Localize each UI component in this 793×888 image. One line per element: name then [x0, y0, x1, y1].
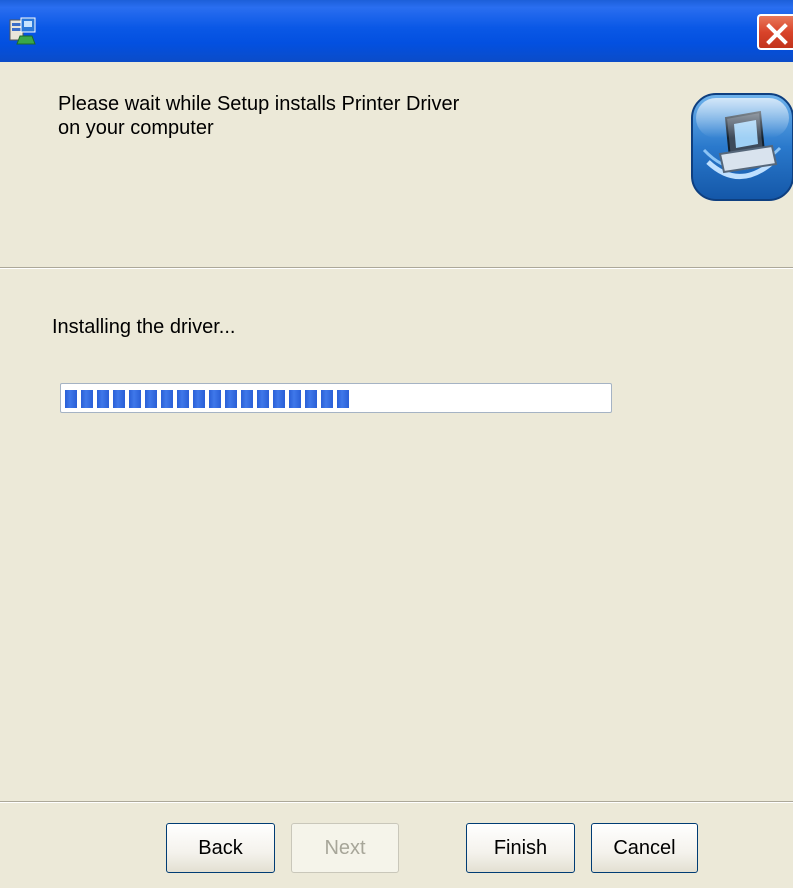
- header-message-line2: on your computer: [58, 117, 214, 139]
- next-button[interactable]: Next: [291, 823, 399, 873]
- footer-separator: [0, 801, 793, 803]
- title-bar[interactable]: [0, 0, 793, 62]
- close-icon: [766, 23, 788, 45]
- install-progress-bar: [60, 383, 612, 413]
- header-message-line1: Please wait while Setup installs Printer…: [58, 93, 460, 115]
- header-separator: [0, 267, 793, 269]
- setup-app-icon: [8, 16, 38, 46]
- header-message: Please wait while Setup installs Printer…: [58, 92, 578, 140]
- close-button[interactable]: [757, 14, 793, 50]
- printer-setup-icon: [690, 92, 793, 202]
- back-button[interactable]: Back: [166, 823, 275, 873]
- cancel-button[interactable]: Cancel: [591, 823, 698, 873]
- finish-button[interactable]: Finish: [466, 823, 575, 873]
- status-label: Installing the driver...: [52, 316, 236, 338]
- progress-fill: [65, 390, 352, 408]
